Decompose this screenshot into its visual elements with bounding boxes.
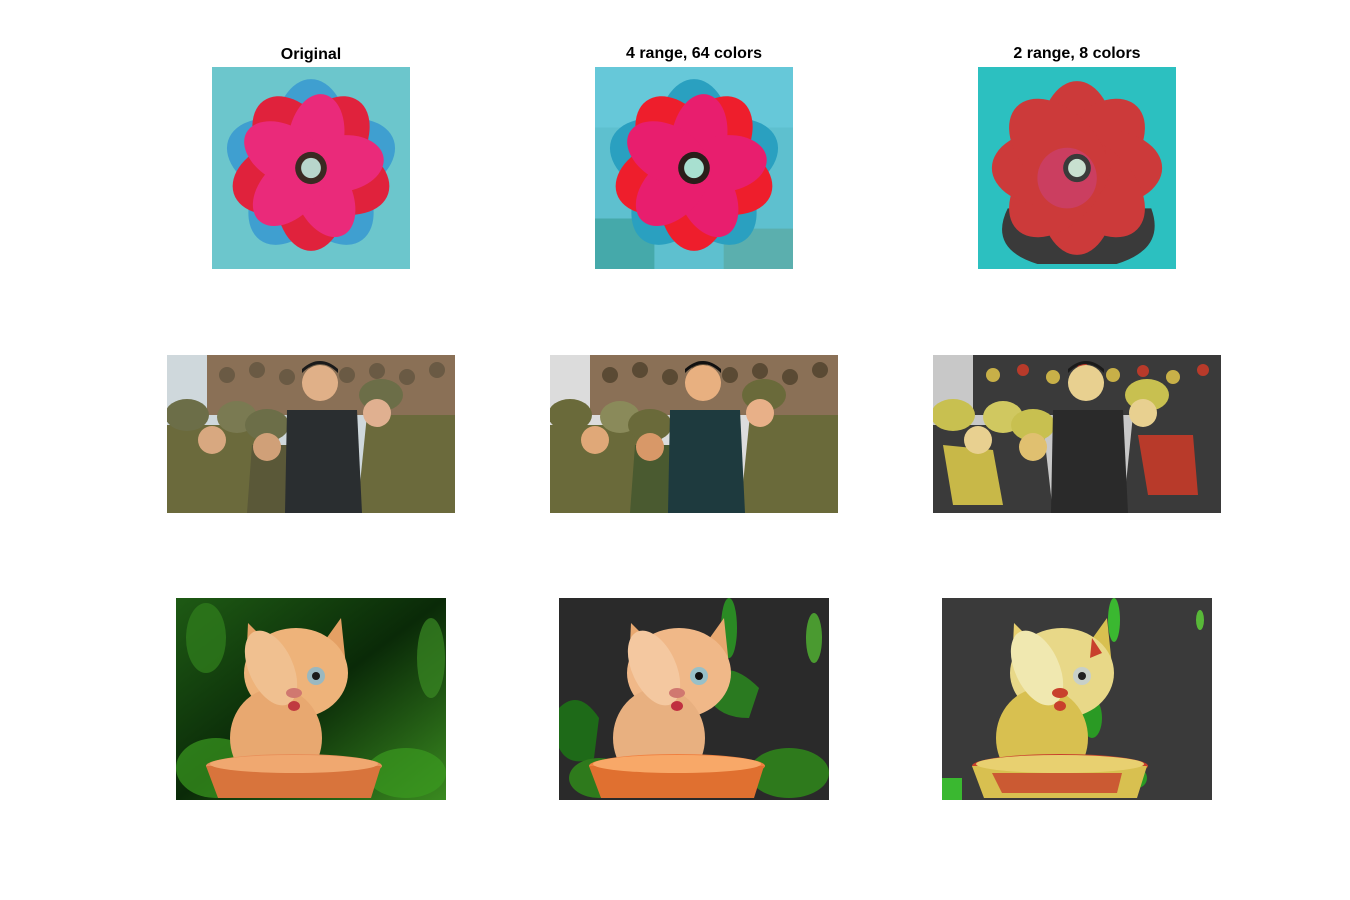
title-original: Original — [280, 46, 342, 63]
kitten-original-image — [176, 598, 446, 800]
kitten-8-colors-image — [942, 598, 1212, 800]
flower-64-colors-image — [595, 67, 793, 269]
crowd-8-colors-image — [933, 355, 1221, 513]
title-2range: 2 range, 8 colors — [1013, 45, 1141, 62]
title-4range: 4 range, 64 colors — [625, 45, 763, 62]
flower-8-colors-image — [978, 67, 1176, 269]
crowd-original-image — [167, 355, 455, 513]
crowd-64-colors-image — [550, 355, 838, 513]
flower-original-image — [212, 67, 410, 269]
kitten-64-colors-image — [559, 598, 829, 800]
quantization-figure: Original 4 range, 64 colors 2 range, 8 c… — [0, 0, 1350, 900]
